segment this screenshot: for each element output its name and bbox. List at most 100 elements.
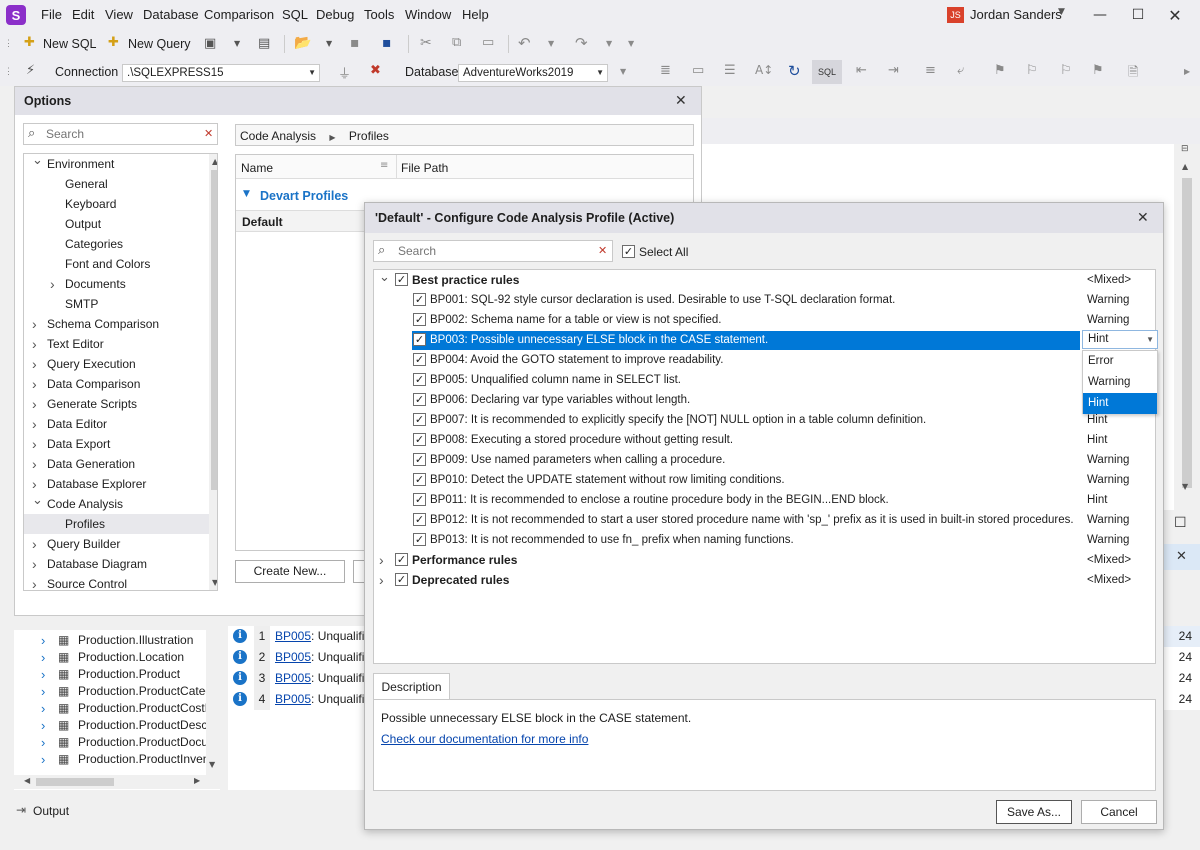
options-tree-item[interactable]: › Generate Scripts <box>24 394 217 414</box>
close-panel-icon[interactable]: ✕ <box>1176 549 1187 564</box>
rule-checkbox[interactable]: ✓ <box>413 433 426 446</box>
rules-search-input[interactable] <box>398 243 588 259</box>
rule-row[interactable]: ✓ BP013: It is not recommended to use fn_… <box>374 530 1155 550</box>
breadcrumb-item[interactable]: Profiles <box>349 129 389 143</box>
rule-checkbox[interactable]: ✓ <box>413 413 426 426</box>
redo-dropdown-icon[interactable]: ▼ <box>606 39 612 48</box>
rule-code-link[interactable]: BP005 <box>275 671 311 685</box>
rule-row[interactable]: ✓ BP007: It is recommended to explicitly … <box>374 410 1155 430</box>
undo-dropdown-icon[interactable]: ▼ <box>548 39 554 48</box>
options-tree-item[interactable]: ⌄ Code Analysis <box>24 492 217 514</box>
options-tree-item[interactable]: › Data Editor <box>24 414 217 434</box>
rule-code-link[interactable]: BP005 <box>275 629 311 643</box>
options-tree-item[interactable]: Profiles <box>24 514 217 534</box>
sql-toggle-button[interactable]: SQL <box>812 60 842 84</box>
open-folder-icon[interactable]: 📂 <box>294 35 311 51</box>
comment-icon[interactable]: ≣ <box>660 63 671 78</box>
error-list-row[interactable]: i1 BP005: Unqualified <box>228 626 366 647</box>
chevron-right-icon[interactable]: › <box>41 700 45 717</box>
chevron-right-icon[interactable]: › <box>32 414 37 434</box>
rule-code-link[interactable]: BP005 <box>275 650 311 664</box>
bookmark-icon[interactable]: ⚑ <box>994 63 1006 78</box>
new-query-button[interactable]: New Query <box>128 37 191 51</box>
minimize-icon[interactable]: — <box>1090 5 1110 25</box>
rule-severity[interactable]: Warning <box>1087 450 1129 470</box>
clear-search-icon[interactable]: ✕ <box>598 244 607 257</box>
user-avatar[interactable]: JS <box>947 7 964 23</box>
menu-window[interactable]: Window <box>405 7 451 22</box>
outdent-icon[interactable]: ⇥ <box>888 63 899 78</box>
chevron-right-icon[interactable]: › <box>41 751 45 768</box>
open-item-icon[interactable]: ▤ <box>258 36 270 51</box>
rule-severity[interactable]: Warning <box>1087 510 1129 530</box>
menu-database[interactable]: Database <box>143 7 199 22</box>
rule-group-row[interactable]: ⌄ ✓ Best practice rules <Mixed> <box>374 269 1155 290</box>
options-tree-item[interactable]: › Database Explorer <box>24 474 217 494</box>
menu-tools[interactable]: Tools <box>364 7 394 22</box>
rule-checkbox[interactable]: ✓ <box>413 533 426 546</box>
sort-icon[interactable]: ≡ <box>380 160 388 171</box>
rules-search-box[interactable]: ⌕ ✕ <box>373 240 613 262</box>
rule-checkbox[interactable]: ✓ <box>413 293 426 306</box>
scroll-down-icon[interactable]: ▼ <box>1182 482 1188 491</box>
select-all-label[interactable]: Select All <box>639 245 688 259</box>
explorer-table-item[interactable]: › ▦ Production.Location <box>14 649 220 666</box>
new-query-icon[interactable]: ✚ <box>108 35 119 50</box>
connect-icon[interactable]: ⏚ <box>338 63 351 82</box>
menu-file[interactable]: File <box>41 7 62 22</box>
rule-group-row[interactable]: › ✓ Deprecated rules <Mixed> <box>374 570 1155 590</box>
chevron-down-icon[interactable]: ▼ <box>243 189 250 199</box>
toolbar-scroll-icon[interactable]: ▶ <box>1184 67 1190 76</box>
options-close-icon[interactable]: ✕ <box>675 93 687 109</box>
toolbar-overflow-icon[interactable]: ▼ <box>620 67 626 76</box>
options-tree-item[interactable]: Font and Colors <box>24 254 217 274</box>
scroll-up-icon[interactable]: ▲ <box>1182 162 1188 171</box>
cut-icon[interactable]: ✂ <box>420 35 432 51</box>
rule-group-row[interactable]: › ✓ Performance rules <Mixed> <box>374 550 1155 570</box>
document-icon[interactable]: 🗎 <box>1128 63 1138 85</box>
menu-sql[interactable]: SQL <box>282 7 308 22</box>
rule-checkbox[interactable]: ✓ <box>413 333 426 346</box>
save-as-button[interactable]: Save As... <box>996 800 1072 824</box>
rule-row[interactable]: ✓ BP006: Declaring var type variables wit… <box>374 390 1155 410</box>
outline-icon[interactable]: ☰ <box>724 63 736 78</box>
severity-option[interactable]: Hint <box>1083 393 1157 414</box>
explorer-table-item[interactable]: › ▦ Production.ProductCostHis <box>14 700 220 717</box>
scroll-up-icon[interactable]: ▲ <box>212 157 217 166</box>
chevron-right-icon[interactable]: › <box>32 474 37 494</box>
chevron-right-icon[interactable]: › <box>32 394 37 414</box>
database-combo[interactable]: AdventureWorks2019 ▼ <box>458 64 608 82</box>
options-tree-item[interactable]: › Data Generation <box>24 454 217 474</box>
chevron-right-icon[interactable]: › <box>32 354 37 374</box>
grid-col-name[interactable]: Name <box>241 161 273 175</box>
options-tree-item[interactable]: General <box>24 174 217 194</box>
rule-row[interactable]: ✓ BP005: Unqualified column name in SELEC… <box>374 370 1155 390</box>
chevron-right-icon[interactable]: › <box>32 574 37 590</box>
rule-severity[interactable]: Warning <box>1087 290 1129 310</box>
rule-row[interactable]: ✓ BP010: Detect the UPDATE statement with… <box>374 470 1155 490</box>
severity-option[interactable]: Warning <box>1083 372 1157 393</box>
rule-severity[interactable]: Warning <box>1087 310 1129 330</box>
options-tree-item[interactable]: › Data Comparison <box>24 374 217 394</box>
menu-comparison[interactable]: Comparison <box>204 7 274 22</box>
options-search-box[interactable]: ⌕ ✕ <box>23 123 218 145</box>
rule-row[interactable]: ✓ BP011: It is recommended to enclose a r… <box>374 490 1155 510</box>
restore-panel-icon[interactable]: ☐ <box>1174 515 1187 531</box>
user-menu-chevron-icon[interactable]: ▼ <box>1058 7 1065 17</box>
options-tree-item[interactable]: ⌄ Environment <box>24 154 217 174</box>
rule-row[interactable]: ✓ BP008: Executing a stored procedure wit… <box>374 430 1155 450</box>
rule-row[interactable]: ✓ BP012: It is not recommended to start a… <box>374 510 1155 530</box>
maximize-icon[interactable]: ☐ <box>1128 5 1148 25</box>
options-tree-item[interactable]: › Database Diagram <box>24 554 217 574</box>
clear-search-icon[interactable]: ✕ <box>204 127 213 140</box>
explorer-table-item[interactable]: › ▦ Production.Product <box>14 666 220 683</box>
options-tree-item[interactable]: Keyboard <box>24 194 217 214</box>
chevron-right-icon[interactable]: › <box>41 734 45 751</box>
chevron-right-icon[interactable]: › <box>379 550 384 570</box>
connect-plug-icon[interactable]: ⚡ <box>26 63 35 78</box>
menu-help[interactable]: Help <box>462 7 489 22</box>
select-all-checkbox[interactable]: ✓ <box>622 245 635 258</box>
chevron-right-icon[interactable]: › <box>50 274 55 294</box>
options-tree-item[interactable]: Categories <box>24 234 217 254</box>
rule-severity[interactable]: <Mixed> <box>1087 570 1131 590</box>
